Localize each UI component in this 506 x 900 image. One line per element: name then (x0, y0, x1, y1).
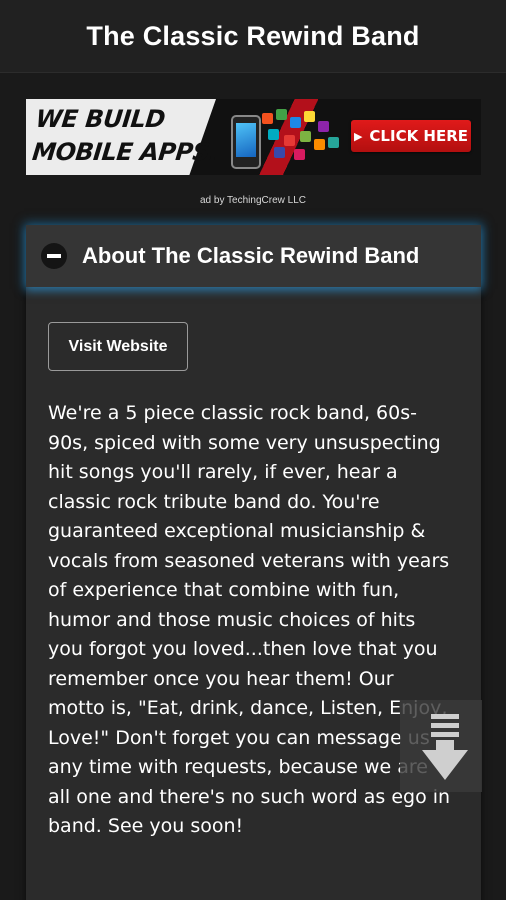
phone-icon (231, 115, 261, 169)
ad-credit: ad by TechingCrew LLC (200, 195, 306, 206)
scroll-down-icon (431, 714, 459, 741)
page-title: The Classic Rewind Band (86, 20, 420, 51)
about-panel: About The Classic Rewind Band Visit Webs… (26, 225, 481, 900)
about-panel-title: About The Classic Rewind Band (82, 243, 420, 268)
ad-banner[interactable]: WE BUILD MOBILE APPS. ▶ CLICK HERE (26, 99, 481, 175)
title-bar: The Classic Rewind Band (0, 0, 506, 73)
app-screen: The Classic Rewind Band WE BUILD MOBILE … (0, 0, 506, 900)
ad-headline: WE BUILD MOBILE APPS. (30, 105, 220, 166)
about-panel-header[interactable]: About The Classic Rewind Band (26, 225, 481, 287)
ad-click-here-button[interactable]: ▶ CLICK HERE (351, 120, 471, 152)
visit-website-button[interactable]: Visit Website (48, 322, 188, 371)
minus-circle-icon[interactable] (41, 243, 67, 269)
band-description: We're a 5 piece classic rock band, 60s-9… (48, 402, 451, 837)
app-icons-cluster (258, 107, 348, 163)
play-icon: ▶ (353, 129, 363, 143)
scroll-down-button[interactable] (400, 700, 482, 792)
ad-cta-label: CLICK HERE (369, 127, 469, 145)
arrow-down-icon (422, 750, 468, 780)
